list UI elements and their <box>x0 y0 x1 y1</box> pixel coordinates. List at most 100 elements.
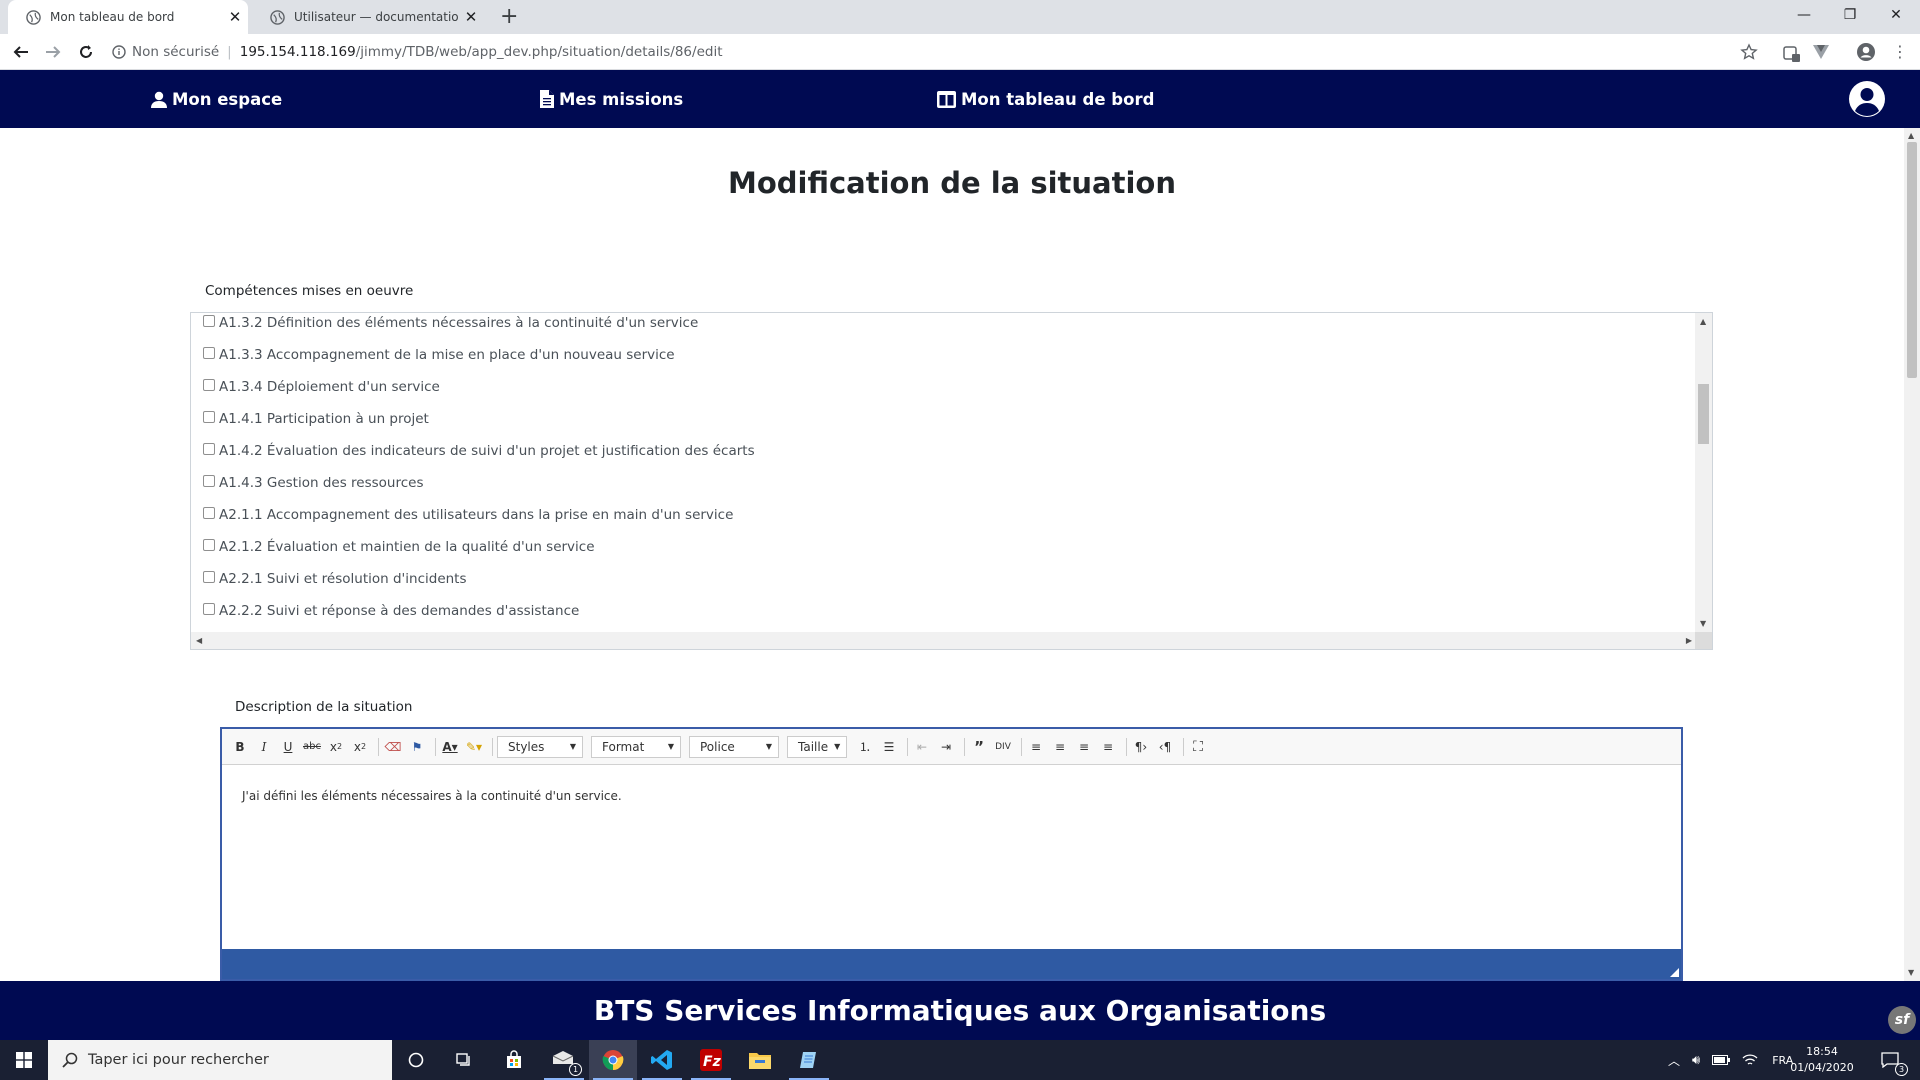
browser-tab-documentation[interactable]: Utilisateur — documentation Tab ✕ <box>252 0 484 34</box>
competences-listbox[interactable]: A1.3.2 Définition des éléments nécessair… <box>190 312 1713 650</box>
scroll-down-arrow-icon[interactable]: ▼ <box>1908 968 1914 977</box>
indent-icon[interactable]: ⇥ <box>936 736 956 758</box>
outdent-icon[interactable]: ⇤ <box>912 736 932 758</box>
battery-icon[interactable] <box>1712 1055 1731 1065</box>
notepad-app-button[interactable] <box>785 1040 833 1080</box>
info-icon[interactable] <box>112 45 126 59</box>
rich-text-editor[interactable]: B I U abc x2 x2 ⌫ ⚑ A▾ ✎▾ Styles ▼ Format… <box>220 727 1683 981</box>
account-circle-icon[interactable] <box>1848 80 1886 118</box>
language-flag-icon[interactable]: ⚑ <box>407 736 427 758</box>
browser-tab-dashboard[interactable]: Mon tableau de bord ✕ <box>8 0 248 34</box>
styles-dropdown[interactable]: Styles ▼ <box>497 735 583 758</box>
competence-checkbox[interactable] <box>203 539 215 551</box>
taskbar-search-input[interactable]: Taper ici pour rechercher <box>48 1040 392 1080</box>
cortana-button[interactable] <box>392 1040 440 1080</box>
chrome-app-button[interactable] <box>589 1040 637 1080</box>
wifi-icon[interactable] <box>1742 1053 1758 1067</box>
italic-button[interactable]: I <box>254 736 274 758</box>
competence-checkbox[interactable] <box>203 315 215 327</box>
reload-icon[interactable] <box>77 43 95 61</box>
resize-handle-icon[interactable] <box>1670 968 1679 977</box>
background-color-icon[interactable]: ✎▾ <box>464 736 484 758</box>
competence-checkbox[interactable] <box>203 379 215 391</box>
filezilla-app-button[interactable]: Fz <box>687 1040 735 1080</box>
competence-item[interactable]: A1.4.3 Gestion des ressources <box>191 467 1696 499</box>
competence-item[interactable]: A2.1.1 Accompagnement des utilisateurs d… <box>191 499 1696 531</box>
scroll-right-arrow-icon[interactable]: ▶ <box>1686 636 1692 645</box>
numbered-list-icon[interactable]: ⒈ <box>855 736 875 758</box>
competence-checkbox[interactable] <box>203 443 215 455</box>
scroll-up-arrow-icon[interactable]: ▲ <box>1700 317 1706 326</box>
competence-checkbox[interactable] <box>203 603 215 615</box>
align-right-icon[interactable]: ≡ <box>1074 736 1094 758</box>
page-scrollbar-thumb[interactable] <box>1907 142 1917 378</box>
symfony-toolbar-badge[interactable]: sf <box>1888 1006 1916 1034</box>
extension-icon[interactable] <box>1782 43 1802 63</box>
text-direction-ltr-icon[interactable]: ¶› <box>1131 736 1151 758</box>
competence-checkbox[interactable] <box>203 347 215 359</box>
competence-checkbox[interactable] <box>203 475 215 487</box>
chrome-menu-icon[interactable]: ⋮ <box>1892 42 1908 62</box>
start-button[interactable] <box>0 1040 48 1080</box>
nav-mon-tableau-de-bord[interactable]: Mon tableau de bord <box>937 70 1154 128</box>
competence-item[interactable]: A1.4.2 Évaluation des indicateurs de sui… <box>191 435 1696 467</box>
subscript-button[interactable]: x2 <box>326 736 346 758</box>
url-text[interactable]: 195.154.118.169/jimmy/TDB/web/app_dev.ph… <box>240 44 723 60</box>
new-tab-button[interactable]: + <box>500 5 518 29</box>
forward-arrow-icon[interactable] <box>44 43 62 61</box>
blockquote-icon[interactable]: ” <box>969 736 989 758</box>
profile-icon[interactable] <box>1856 42 1876 62</box>
bold-button[interactable]: B <box>230 736 250 758</box>
competences-horizontal-scrollbar[interactable]: ◀ ▶ <box>191 632 1697 649</box>
competence-item[interactable]: A1.3.2 Définition des éléments nécessair… <box>191 313 1696 339</box>
align-center-icon[interactable]: ≡ <box>1050 736 1070 758</box>
scroll-left-arrow-icon[interactable]: ◀ <box>196 636 202 645</box>
show-hidden-icons-chevron-icon[interactable]: ︿ <box>1668 1052 1680 1069</box>
create-div-icon[interactable]: DIV <box>993 736 1013 758</box>
close-window-button[interactable]: ✕ <box>1874 0 1918 30</box>
mail-app-button[interactable]: 1 <box>540 1040 588 1080</box>
page-scrollbar[interactable]: ▲ ▼ <box>1904 128 1920 981</box>
competence-checkbox[interactable] <box>203 507 215 519</box>
bookmark-star-icon[interactable] <box>1740 43 1758 61</box>
maximize-icon[interactable]: ⛶ <box>1188 736 1208 758</box>
superscript-button[interactable]: x2 <box>350 736 370 758</box>
text-direction-rtl-icon[interactable]: ‹¶ <box>1155 736 1175 758</box>
task-view-button[interactable] <box>440 1040 488 1080</box>
align-justify-icon[interactable]: ≡ <box>1098 736 1118 758</box>
competence-checkbox[interactable] <box>203 571 215 583</box>
minimize-button[interactable]: — <box>1782 0 1826 30</box>
competence-item[interactable]: A1.4.1 Participation à un projet <box>191 403 1696 435</box>
nav-mes-missions[interactable]: Mes missions <box>540 70 683 128</box>
format-dropdown[interactable]: Format ▼ <box>591 735 681 758</box>
strikethrough-button[interactable]: abc <box>302 736 322 758</box>
taskbar-clock[interactable]: 18:54 01/04/2020 <box>1784 1044 1860 1076</box>
vscode-app-button[interactable] <box>638 1040 686 1080</box>
close-tab-icon[interactable]: ✕ <box>222 8 248 26</box>
competence-item[interactable]: A2.1.2 Évaluation et maintien de la qual… <box>191 531 1696 563</box>
vue-devtools-icon[interactable] <box>1812 44 1830 60</box>
competence-item[interactable]: A2.2.1 Suivi et résolution d'incidents <box>191 563 1696 595</box>
competence-checkbox[interactable] <box>203 411 215 423</box>
font-dropdown[interactable]: Police ▼ <box>689 735 779 758</box>
back-arrow-icon[interactable] <box>12 43 30 61</box>
action-center-button[interactable]: 3 <box>1866 1040 1914 1080</box>
remove-format-icon[interactable]: ⌫ <box>383 736 403 758</box>
bulleted-list-icon[interactable]: ☰ <box>879 736 899 758</box>
volume-icon[interactable]: 🔊︎ <box>1692 1053 1700 1068</box>
nav-mon-espace[interactable]: Mon espace <box>151 70 282 128</box>
competence-item[interactable]: A1.3.4 Déploiement d'un service <box>191 371 1696 403</box>
competences-vertical-scrollbar[interactable]: ▲ ▼ <box>1695 313 1712 633</box>
scroll-down-arrow-icon[interactable]: ▼ <box>1700 619 1706 628</box>
text-color-icon[interactable]: A▾ <box>440 736 460 758</box>
align-left-icon[interactable]: ≡ <box>1026 736 1046 758</box>
scroll-up-arrow-icon[interactable]: ▲ <box>1908 131 1914 140</box>
underline-button[interactable]: U <box>278 736 298 758</box>
close-tab-icon[interactable]: ✕ <box>458 8 484 26</box>
competence-item[interactable]: A1.3.3 Accompagnement de la mise en plac… <box>191 339 1696 371</box>
editor-content[interactable]: J'ai défini les éléments nécessaires à l… <box>222 765 1681 949</box>
size-dropdown[interactable]: Taille ▼ <box>787 735 847 758</box>
scrollbar-thumb[interactable] <box>1698 384 1709 444</box>
competence-item[interactable]: A2.2.2 Suivi et réponse à des demandes d… <box>191 595 1696 627</box>
store-app-button[interactable] <box>490 1040 538 1080</box>
